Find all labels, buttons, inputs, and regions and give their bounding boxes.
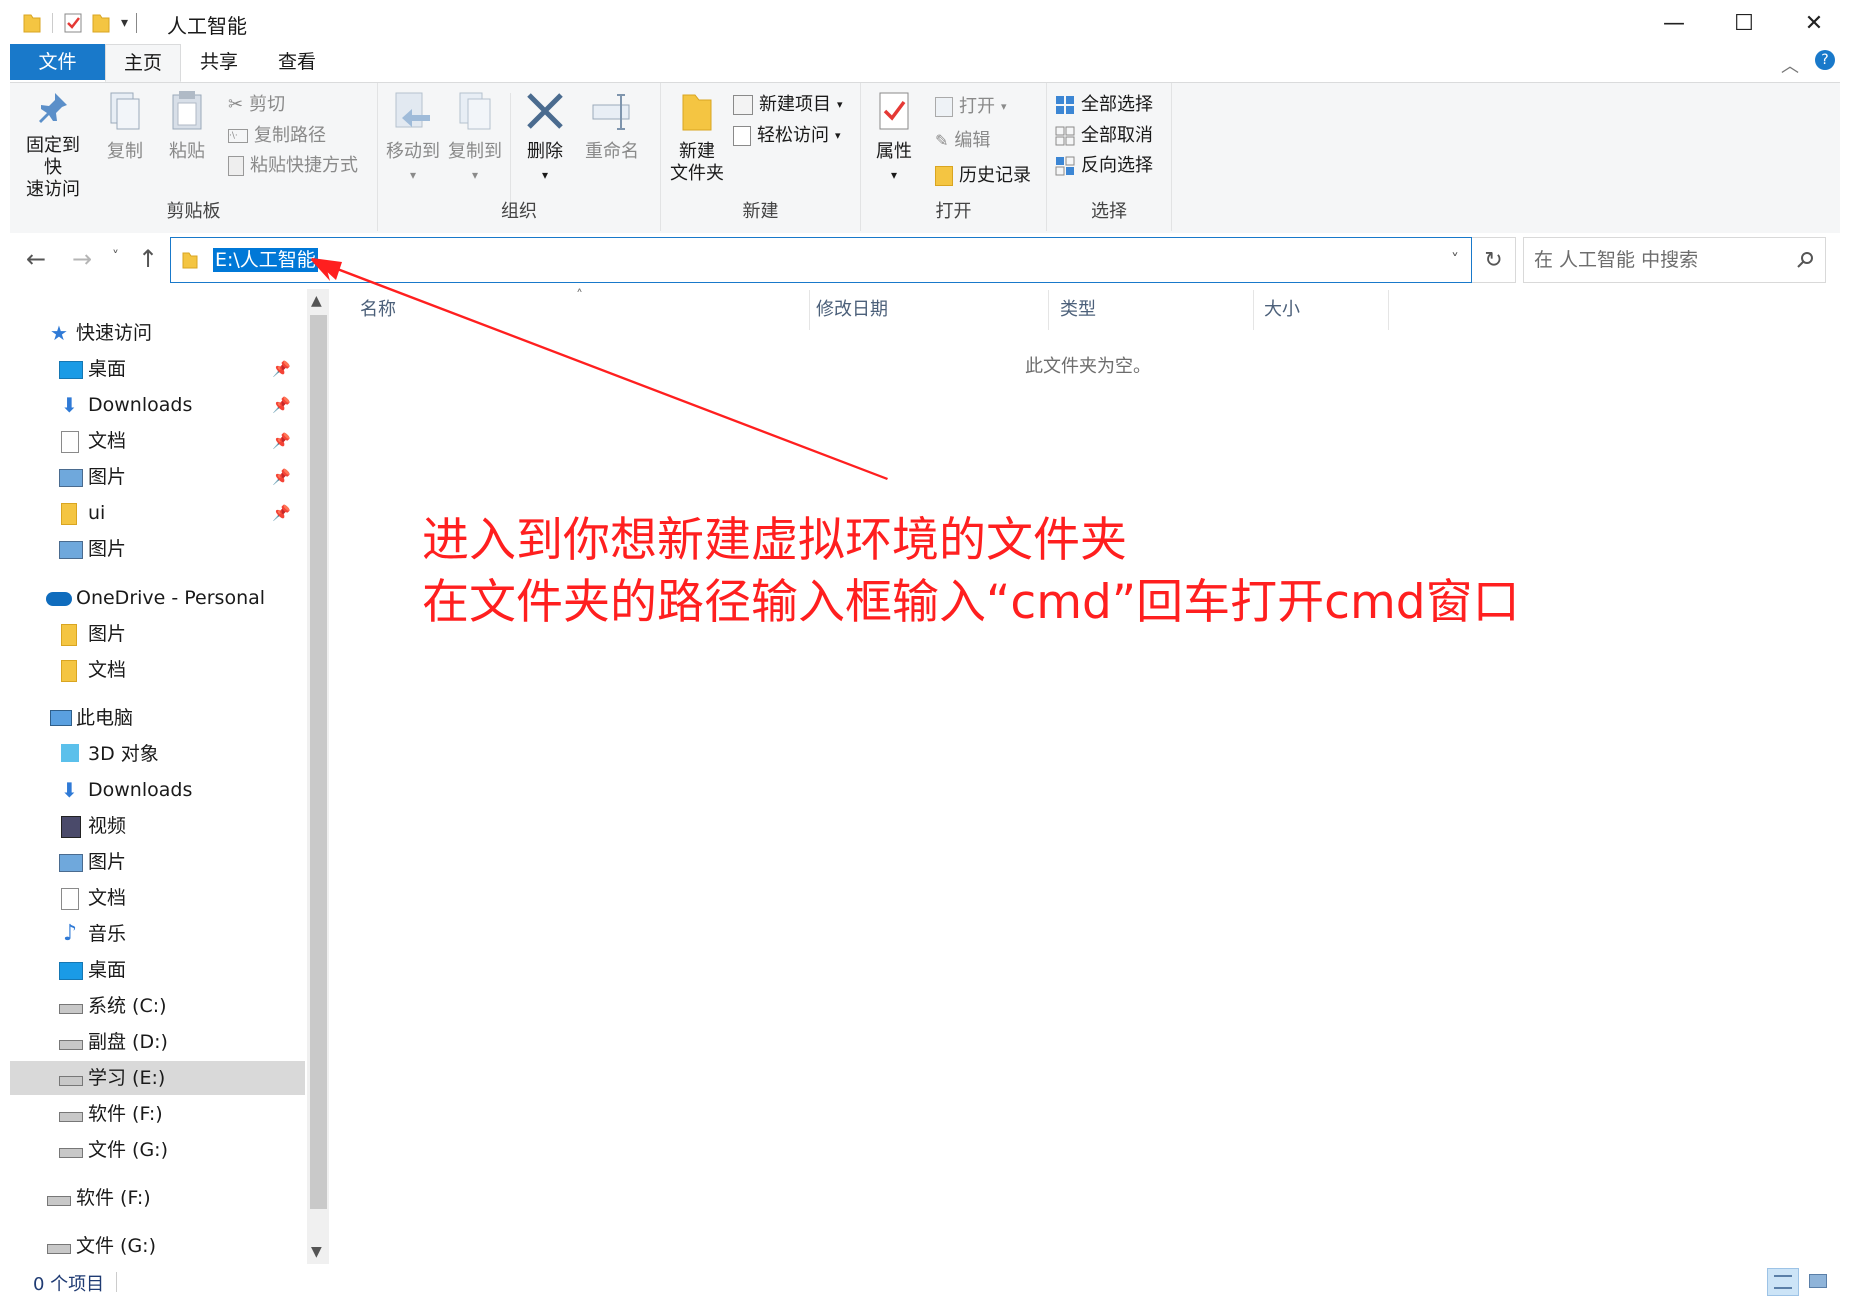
annotation-arrow bbox=[311, 258, 888, 480]
red-arrow bbox=[311, 258, 888, 480]
annotation-line-2: 在文件夹的路径输入框输入“cmd”回车打开cmd窗口 bbox=[422, 575, 1520, 630]
annotation-line-1: 进入到你想新建虚拟环境的文件夹 bbox=[422, 513, 1127, 568]
